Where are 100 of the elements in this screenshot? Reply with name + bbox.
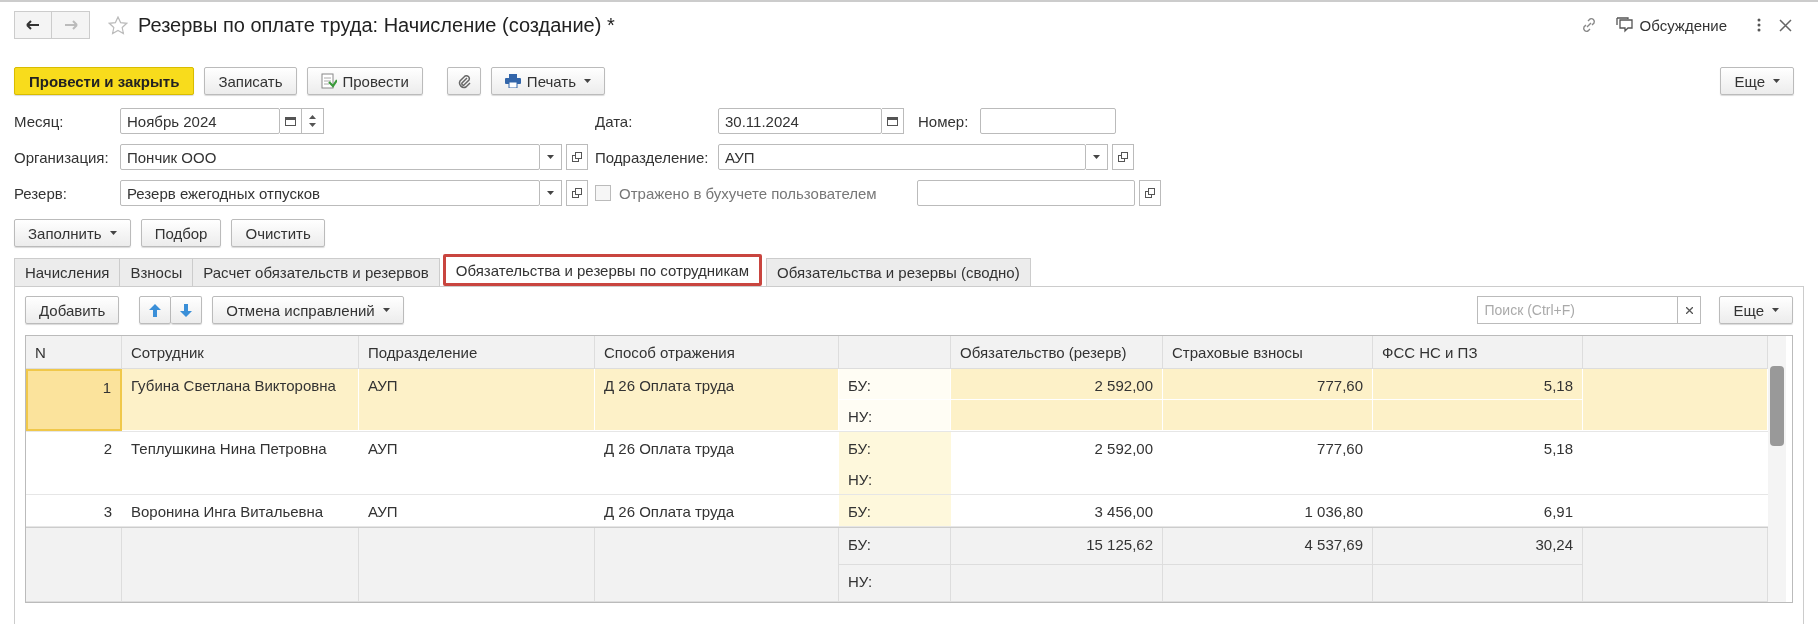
scrollbar[interactable]: [1768, 336, 1786, 602]
number-field[interactable]: [980, 108, 1117, 134]
move-down-button[interactable]: [171, 296, 203, 324]
field-label: Дата:: [595, 112, 634, 130]
open-button[interactable]: [566, 144, 588, 170]
column-header[interactable]: ФСС НС и ПЗ: [1373, 336, 1583, 368]
field-label: Подразделение:: [595, 148, 710, 166]
fill-button[interactable]: Очистить: [231, 219, 325, 247]
month-field[interactable]: Ноябрь 2024: [120, 108, 280, 134]
calendar-icon: [285, 116, 296, 126]
kebab-menu-icon[interactable]: [1757, 18, 1761, 32]
post-and-close-button[interactable]: Провести и закрыть: [14, 67, 195, 95]
table-cell-text: 1 036,80: [1303, 502, 1364, 522]
open-window-icon: [571, 151, 583, 163]
open-button[interactable]: [1139, 180, 1161, 206]
add-button[interactable]: Добавить: [25, 296, 120, 324]
column-header[interactable]: Обязательство (резерв): [951, 336, 1163, 368]
open-window-icon: [1117, 151, 1129, 163]
arrow-up-icon: [149, 303, 162, 317]
tab[interactable]: Обязательства и резервы по сотрудникам: [442, 254, 763, 286]
dropdown-button[interactable]: [1086, 144, 1108, 170]
dropdown-button[interactable]: [540, 144, 562, 170]
caret-icon: [547, 155, 554, 159]
dropdown-button[interactable]: [540, 180, 562, 206]
search-field[interactable]: Поиск (Ctrl+F): [1477, 296, 1678, 324]
reserve-field[interactable]: Резерв ежегодных отпусков: [120, 180, 540, 206]
table-cell-text: 5,18: [1542, 439, 1574, 459]
document-check-icon: [320, 72, 337, 90]
fill-button[interactable]: Заполнить: [14, 219, 131, 247]
table-cell-text: Д 26 Оплата труда: [603, 439, 736, 459]
back-button[interactable]: [14, 11, 52, 39]
arrow-left-icon: [26, 20, 40, 30]
table-cell-text: 6,91: [1542, 502, 1574, 522]
arrow-down-icon: [180, 303, 193, 317]
more-button[interactable]: Еще: [1720, 67, 1794, 95]
field-label: Резерв:: [14, 184, 68, 202]
table-cell: БУ:: [839, 432, 951, 463]
spinner-button[interactable]: [302, 108, 324, 134]
caret-icon: [547, 191, 554, 195]
tab[interactable]: Обязательства и резервы (сводно): [766, 258, 1031, 286]
caret-icon: [1773, 79, 1780, 83]
column-header[interactable]: N: [26, 336, 122, 368]
table-cell: НУ:: [839, 565, 951, 602]
row-number: 1: [26, 369, 122, 431]
table-row[interactable]: 2 Теплушкина Нина Петровна АУП Д 26 Оплата труда БУ: 2 592,00 777,60 5,18 НУ:: [26, 432, 1768, 495]
caret-icon: [1772, 308, 1779, 312]
open-window-icon: [571, 187, 583, 199]
table-cell: Губина Светлана Викторовна: [122, 369, 359, 431]
open-window-icon: [1144, 187, 1156, 199]
tab[interactable]: Взносы: [119, 258, 194, 286]
column-header[interactable]: Страховые взносы: [1163, 336, 1373, 368]
table-row[interactable]: 1 Губина Светлана Викторовна АУП Д 26 Оплата труда БУ: 2 592,00 777,60 5,18 НУ:: [26, 369, 1768, 432]
table-cell: БУ:: [839, 495, 951, 526]
table-cell: НУ:: [839, 400, 951, 431]
column-header[interactable]: Способ отражения: [595, 336, 839, 368]
checkbox-label: Отражено в бухучете пользователем: [619, 184, 878, 202]
move-up-button[interactable]: [139, 296, 172, 324]
caret-icon: [584, 79, 591, 83]
user-field[interactable]: [917, 180, 1135, 206]
caret-icon: [109, 231, 117, 235]
subdivision-field[interactable]: АУП: [718, 144, 1086, 170]
star-icon[interactable]: [108, 15, 128, 35]
table-cell-text: Теплушкина Нина Петровна: [130, 439, 328, 459]
undo-changes-button[interactable]: Отмена исправлений: [212, 296, 404, 324]
table-cell-text: 2 592,00: [1093, 439, 1154, 459]
attach-button[interactable]: [446, 67, 481, 95]
organization-field[interactable]: Пончик ООО: [120, 144, 540, 170]
row-number: 3: [102, 502, 113, 522]
field-label: Месяц:: [14, 112, 65, 130]
table-cell: БУ:: [839, 369, 951, 400]
open-button[interactable]: [1112, 144, 1134, 170]
printer-icon: [504, 74, 521, 88]
more-button[interactable]: Еще: [1719, 296, 1793, 324]
paperclip-icon: [456, 73, 471, 89]
calendar-button[interactable]: [882, 108, 904, 134]
row-number: 2: [102, 439, 113, 459]
table-cell-text: 777,60: [1316, 439, 1364, 459]
field-label: Организация:: [14, 148, 110, 166]
table-cell: БУ:: [839, 528, 951, 565]
table-cell: 4 537,69: [1163, 528, 1373, 565]
caret-icon: [382, 308, 390, 312]
window-title: Резервы по оплате труда: Начисление (создание) *: [138, 13, 615, 37]
calendar-icon: [887, 116, 898, 126]
table-cell: Д 26 Оплата труда: [595, 369, 839, 431]
tab[interactable]: Расчет обязательств и резервов: [192, 258, 440, 286]
post-button[interactable]: Провести: [306, 67, 423, 95]
date-field[interactable]: 30.11.2024: [718, 108, 882, 134]
column-header[interactable]: Подразделение: [359, 336, 595, 368]
tab[interactable]: Начисления: [14, 258, 121, 286]
speech-bubbles-icon: [1615, 17, 1634, 33]
print-button[interactable]: Печать: [490, 67, 605, 95]
save-button[interactable]: Записать: [204, 67, 297, 95]
discussion-button[interactable]: Обсуждение: [1615, 16, 1727, 34]
checkbox[interactable]: [595, 185, 611, 201]
column-header[interactable]: Сотрудник: [122, 336, 359, 368]
open-button[interactable]: [566, 180, 588, 206]
clear-search-button[interactable]: [1677, 296, 1702, 324]
calendar-button[interactable]: [280, 108, 302, 134]
fill-button[interactable]: Подбор: [140, 219, 222, 247]
close-icon[interactable]: [1779, 18, 1792, 32]
